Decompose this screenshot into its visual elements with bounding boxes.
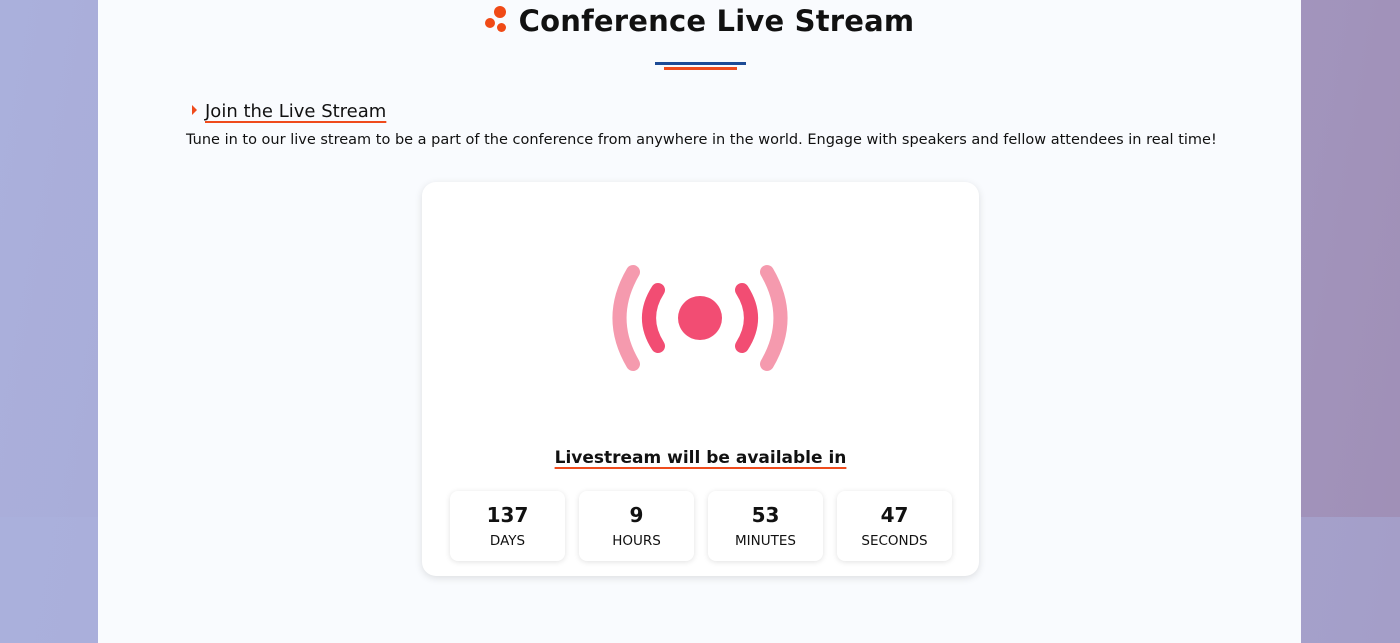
triangle-bullet-icon	[192, 105, 197, 115]
countdown-label: DAYS	[489, 533, 526, 549]
countdown-days: 137 DAYS	[450, 491, 565, 561]
countdown-value: 53	[751, 503, 780, 527]
countdown-hours: 9 HOURS	[579, 491, 694, 561]
section-heading: Join the Live Stream	[192, 101, 386, 122]
countdown-value: 137	[486, 503, 529, 527]
dots-logo-icon	[484, 6, 509, 32]
countdown-minutes: 53 MINUTES	[708, 491, 823, 561]
title-text: Conference Live Stream	[518, 4, 915, 38]
live-broadcast-icon	[612, 265, 788, 371]
countdown: 137 DAYS 9 HOURS 53 MINUTES 47 SECONDS	[450, 491, 952, 561]
section-heading-text: Join the Live Stream	[205, 101, 387, 122]
countdown-label: HOURS	[612, 533, 661, 549]
section-description: Tune in to our live stream to be a part …	[186, 132, 1217, 148]
availability-text: Livestream will be available in	[422, 448, 979, 468]
page-title: Conference Live Stream	[98, 4, 1301, 38]
title-underline-orange	[664, 67, 737, 70]
title-underline-blue	[655, 62, 746, 65]
countdown-seconds: 47 SECONDS	[837, 491, 952, 561]
countdown-label: MINUTES	[735, 533, 796, 549]
main-panel: Conference Live Stream Join the Live Str…	[98, 0, 1301, 643]
countdown-value: 9	[629, 503, 644, 527]
livestream-card: Livestream will be available in 137 DAYS …	[422, 182, 979, 576]
countdown-label: SECONDS	[861, 533, 928, 549]
availability-label: Livestream will be available in	[554, 448, 847, 468]
countdown-value: 47	[880, 503, 909, 527]
